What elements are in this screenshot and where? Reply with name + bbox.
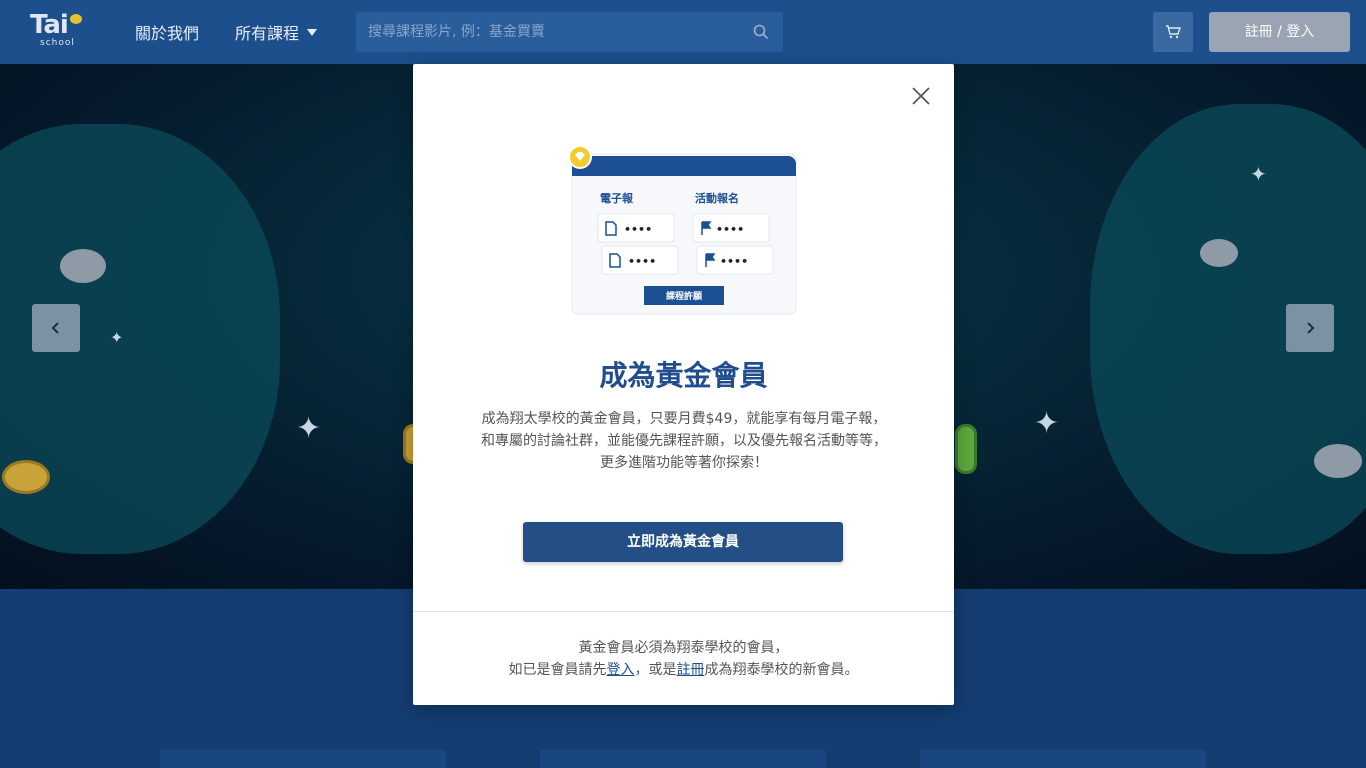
footer-prefix: 如已是會員請先 bbox=[508, 662, 607, 678]
modal-divider bbox=[413, 611, 954, 612]
modal-description: 成為翔太學校的黃金會員，只要月費$49，就能享有每月電子報，和專屬的討論社群，並… bbox=[481, 411, 887, 471]
cloud-decor bbox=[1200, 239, 1238, 267]
search-icon[interactable] bbox=[753, 24, 769, 40]
modal-footer-note: 黃金會員必須為翔泰學校的會員， 如已是會員請先登入，或是註冊成為翔泰學校的新會員… bbox=[413, 637, 954, 681]
footer-middle: ，或是 bbox=[634, 662, 677, 678]
nav-all-courses[interactable]: 所有課程 bbox=[235, 20, 318, 44]
illustration-chip-text: •••• bbox=[628, 255, 656, 268]
sparkle-decor: ✦ bbox=[296, 411, 322, 446]
coin-decor bbox=[2, 460, 50, 494]
course-card[interactable] bbox=[540, 749, 826, 768]
sparkle-decor: ✦ bbox=[110, 328, 124, 347]
search-input[interactable] bbox=[356, 12, 746, 52]
site-header: Tai school 關於我們 所有課程 註冊 / 登入 bbox=[0, 0, 1366, 64]
footer-line-2: 如已是會員請先登入，或是註冊成為翔泰學校的新會員。 bbox=[413, 659, 954, 681]
footer-suffix: 成為翔泰學校的新會員。 bbox=[704, 662, 859, 678]
illustration-chip-text: •••• bbox=[720, 255, 748, 268]
coin-decor bbox=[955, 424, 977, 474]
login-link[interactable]: 登入 bbox=[607, 662, 635, 678]
register-login-button[interactable]: 註冊 / 登入 bbox=[1209, 12, 1350, 52]
logo-text: Tai bbox=[30, 10, 69, 40]
illustration-wish-button: 課程許願 bbox=[666, 290, 703, 302]
become-gold-member-button[interactable]: 立即成為黃金會員 bbox=[523, 522, 843, 562]
search-box bbox=[356, 12, 783, 52]
close-icon[interactable] bbox=[909, 84, 933, 108]
nav-about[interactable]: 關於我們 bbox=[135, 20, 199, 44]
chevron-left-icon bbox=[51, 322, 59, 334]
illustration-chip-text: •••• bbox=[716, 223, 744, 236]
illustration-chip-text: •••• bbox=[624, 223, 652, 236]
gold-membership-modal: 電子報 活動報名 •••• •••• •••• •••• 課程許願 成為黃金會員… bbox=[413, 64, 954, 705]
site-logo[interactable]: Tai school bbox=[30, 10, 84, 48]
nav-all-courses-label: 所有課程 bbox=[235, 24, 300, 43]
carousel-prev-button[interactable] bbox=[32, 304, 80, 352]
membership-illustration: 電子報 活動報名 •••• •••• •••• •••• 課程許願 bbox=[568, 145, 797, 315]
logo-cap-icon bbox=[70, 14, 82, 24]
course-card[interactable] bbox=[160, 749, 446, 768]
caret-down-icon bbox=[307, 29, 318, 36]
illustration-col1-title: 電子報 bbox=[600, 191, 634, 205]
cart-button[interactable] bbox=[1153, 12, 1193, 52]
register-link[interactable]: 註冊 bbox=[677, 662, 705, 678]
modal-title: 成為黃金會員 bbox=[599, 359, 768, 392]
sparkle-decor: ✦ bbox=[1034, 406, 1060, 441]
sparkle-decor: ✦ bbox=[1250, 162, 1267, 186]
logo-subtext: school bbox=[40, 38, 75, 48]
course-card[interactable] bbox=[920, 749, 1206, 768]
cart-icon bbox=[1166, 25, 1181, 39]
cloud-decor bbox=[60, 249, 106, 283]
cloud-decor bbox=[1314, 444, 1362, 478]
footer-line-1: 黃金會員必須為翔泰學校的會員， bbox=[578, 640, 789, 656]
chevron-right-icon bbox=[1307, 322, 1315, 334]
illustration-col2-title: 活動報名 bbox=[695, 191, 739, 205]
carousel-next-button[interactable] bbox=[1286, 304, 1334, 352]
